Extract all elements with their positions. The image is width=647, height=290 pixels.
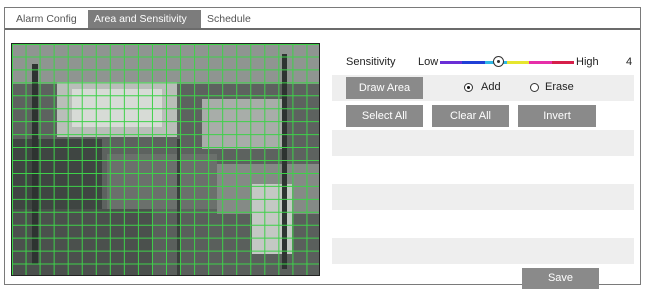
slider-thumb[interactable] <box>493 56 504 67</box>
add-radio-label: Add <box>481 81 501 93</box>
select-all-button[interactable]: Select All <box>346 105 423 127</box>
sensitivity-high-label: High <box>576 56 599 68</box>
add-radio[interactable] <box>464 83 473 92</box>
draw-area-button[interactable]: Draw Area <box>346 77 423 99</box>
camera-feed-image <box>12 44 319 275</box>
erase-radio[interactable] <box>530 83 539 92</box>
slider-track-segment <box>462 61 485 64</box>
video-preview-motion-grid[interactable] <box>11 43 320 276</box>
slider-track-segment <box>440 61 463 64</box>
invert-button[interactable]: Invert <box>518 105 596 127</box>
tab-alarm-config[interactable]: Alarm Config <box>10 10 86 28</box>
slider-track-segment <box>507 61 530 64</box>
sensitivity-low-label: Low <box>418 56 439 68</box>
tab-schedule[interactable]: Schedule <box>201 10 263 28</box>
sensitivity-row: Sensitivity Low High 4 <box>332 48 634 74</box>
draw-area-row: Draw Area Add Erase <box>332 75 634 101</box>
sensitivity-slider[interactable] <box>440 56 574 68</box>
clear-all-button[interactable]: Clear All <box>432 105 509 127</box>
slider-track-segment <box>529 61 552 64</box>
sensitivity-value: 4 <box>626 56 633 68</box>
empty-row <box>332 157 634 183</box>
empty-row <box>332 238 634 264</box>
erase-radio-label: Erase <box>545 81 574 93</box>
sensitivity-label: Sensitivity <box>346 56 396 68</box>
empty-row <box>332 130 634 156</box>
empty-row <box>332 184 634 210</box>
tab-area-and-sensitivity[interactable]: Area and Sensitivity <box>88 10 201 28</box>
save-button[interactable]: Save <box>522 268 599 289</box>
action-buttons-row: Select All Clear All Invert <box>332 103 634 129</box>
tab-bar: Alarm Config Area and Sensitivity Schedu… <box>5 8 640 30</box>
slider-track-segment <box>551 61 574 64</box>
empty-row <box>332 211 634 237</box>
